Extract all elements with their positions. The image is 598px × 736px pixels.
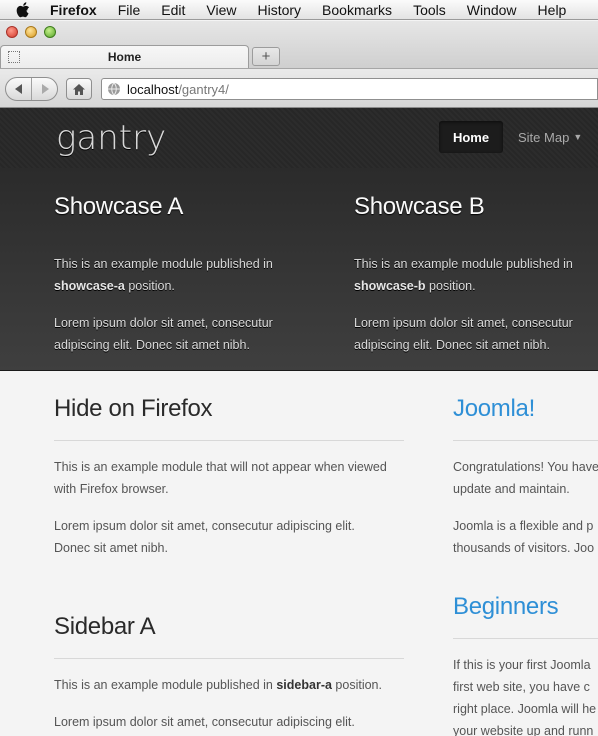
nav-sitemap-label: Site Map (518, 129, 570, 145)
page-favicon-icon (8, 51, 20, 63)
navigation-toolbar: localhost/gantry4/ (0, 68, 598, 108)
showcase-a-text-pre: This is an example module published in (54, 257, 273, 271)
beginners-text-l4: your website up and runn (453, 724, 594, 736)
menu-tools[interactable]: Tools (413, 2, 446, 18)
sidebar-a-position: sidebar-a (276, 678, 332, 692)
back-forward-group (5, 77, 58, 101)
showcase-b-lorem-l2: adipiscing elit. Donec sit amet nibh. (354, 338, 550, 352)
joomla-text-l3: Joomla is a flexible and p (453, 519, 594, 533)
showcase-b-lorem-l1: Lorem ipsum dolor sit amet, consecutur (354, 316, 573, 330)
showcase-section: Showcase A This is an example module pub… (0, 168, 598, 371)
url-path: /gantry4/ (178, 81, 229, 97)
apple-icon[interactable] (16, 1, 30, 18)
nav-home-link[interactable]: Home (439, 121, 503, 153)
globe-icon (108, 82, 120, 96)
showcase-b-text-post: position. (425, 279, 476, 293)
menu-bookmarks[interactable]: Bookmarks (322, 2, 392, 18)
zoom-window-button[interactable] (44, 26, 56, 38)
menu-help[interactable]: Help (538, 2, 567, 18)
right-column: Joomla! Congratulations! You have update… (453, 371, 598, 736)
showcase-a-title: Showcase A (54, 193, 184, 220)
divider (54, 440, 404, 441)
plus-icon: + (261, 48, 271, 65)
close-window-button[interactable] (6, 26, 18, 38)
showcase-b-position: showcase-b (354, 279, 426, 293)
forward-arrow-icon (41, 84, 49, 94)
url-host: localhost (127, 81, 179, 97)
hide-on-firefox-title: Hide on Firefox (54, 395, 213, 422)
back-arrow-icon (14, 84, 22, 94)
minimize-window-button[interactable] (25, 26, 37, 38)
showcase-a-lorem: Lorem ipsum dolor sit amet, consecutur a… (54, 312, 294, 356)
hide-text-l4: Donec sit amet nibh. (54, 541, 168, 555)
menu-app-firefox[interactable]: Firefox (50, 2, 97, 18)
tab-home[interactable]: Home (0, 45, 249, 68)
joomla-text-l4: thousands of visitors. Joo (453, 541, 595, 555)
home-icon (73, 83, 85, 95)
hide-text-l3: Lorem ipsum dolor sit amet, consecutur a… (54, 519, 355, 533)
sidebar-a-text-pre: This is an example module published in (54, 678, 277, 692)
site-header: gantry Home Site Map ▼ (0, 108, 598, 168)
sidebar-a-title: Sidebar A (54, 613, 156, 640)
chevron-down-icon: ▼ (573, 132, 583, 142)
forward-button[interactable] (32, 78, 57, 100)
joomla-text-l2: update and maintain. (453, 482, 570, 496)
new-tab-button[interactable]: + (252, 47, 280, 66)
showcase-a-text-post: position. (124, 279, 175, 293)
address-bar[interactable]: localhost/gantry4/ (101, 78, 598, 100)
showcase-b-title: Showcase B (354, 193, 485, 220)
sidebar-a-text-l2: Lorem ipsum dolor sit amet, consecutur a… (54, 715, 355, 729)
gantry-logo[interactable]: gantry (56, 118, 166, 158)
home-button[interactable] (66, 78, 92, 100)
beginners-text-l3: right place. Joomla will he (453, 702, 597, 716)
nav-sitemap-link[interactable]: Site Map ▼ (518, 121, 582, 153)
menu-file[interactable]: File (118, 2, 141, 18)
showcase-a-position: showcase-a (54, 279, 125, 293)
menu-window[interactable]: Window (467, 2, 517, 18)
beginners-text-l2: first web site, you have c (453, 680, 590, 694)
hide-text-l1: This is an example module that will not … (54, 460, 387, 474)
menu-edit[interactable]: Edit (161, 2, 185, 18)
sidebar-a-text-post: position. (331, 678, 382, 692)
joomla-title: Joomla! (453, 395, 535, 422)
back-button[interactable] (6, 78, 32, 100)
showcase-a-lorem-l1: Lorem ipsum dolor sit amet, consecutur (54, 316, 273, 330)
showcase-a-lorem-l2: adipiscing elit. Donec sit amet nibh. (54, 338, 250, 352)
showcase-a-text: This is an example module published in s… (54, 253, 294, 297)
hide-text-l2: with Firefox browser. (54, 482, 169, 496)
tab-title: Home (107, 50, 142, 64)
showcase-b-lorem: Lorem ipsum dolor sit amet, consecutur a… (354, 312, 594, 356)
mac-menu-bar: Firefox File Edit View History Bookmarks… (0, 0, 598, 20)
beginners-text-l1: If this is your first Joomla (453, 658, 591, 672)
divider (453, 440, 598, 441)
sidebar-a-text-l1: This is an example module published in s… (54, 674, 382, 696)
menu-view[interactable]: View (206, 2, 236, 18)
showcase-b-text: This is an example module published in s… (354, 253, 594, 297)
divider (453, 638, 598, 639)
showcase-b-text-pre: This is an example module published in (354, 257, 573, 271)
divider (54, 658, 404, 659)
beginners-title: Beginners (453, 593, 559, 620)
joomla-text-l1: Congratulations! You have (453, 460, 598, 474)
menu-history[interactable]: History (257, 2, 301, 18)
